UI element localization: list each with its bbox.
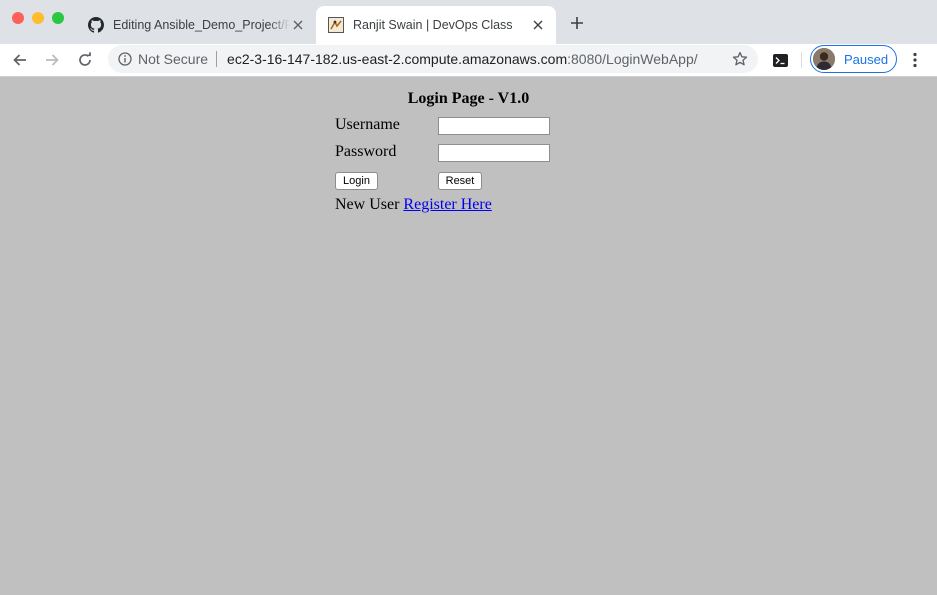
new-user-text: New User [335,196,400,213]
avatar [813,48,835,70]
bookmark-star-icon[interactable] [732,51,748,67]
page-title: Login Page - V1.0 [407,90,530,107]
login-button[interactable]: Login [335,172,378,190]
reset-button[interactable]: Reset [438,172,482,190]
new-tab-icon[interactable] [566,12,588,34]
maximize-window-button[interactable] [52,12,64,24]
url-path: :8080/LoginWebApp/ [567,51,698,67]
profile-button[interactable]: Paused [810,45,897,73]
site-favicon-icon [328,17,344,33]
browser-tab-strip: Editing Ansible_Demo_Project/README.md R… [0,0,937,44]
info-icon[interactable] [118,52,132,66]
terminal-extension-icon[interactable] [769,49,791,71]
profile-status: Paused [844,51,889,67]
security-label: Not Secure [138,51,209,67]
tab-devops-class[interactable]: Ranjit Swain | DevOps Class [316,6,556,44]
username-field[interactable] [438,117,550,135]
register-link[interactable]: Register Here [403,196,491,213]
minimize-window-button[interactable] [32,12,44,24]
tab-title: Editing Ansible_Demo_Project/README.md [113,18,290,32]
browser-toolbar: Not Secure ec2-3-16-147-182.us-east-2.co… [0,44,937,77]
back-arrow-icon[interactable] [9,49,31,71]
register-row: New User Register Here [335,196,492,214]
menu-kebab-icon[interactable] [904,49,926,71]
username-label: Username [335,116,400,133]
tab-editing-readme[interactable]: Editing Ansible_Demo_Project/README.md [78,6,316,44]
address-bar[interactable]: Not Secure ec2-3-16-147-182.us-east-2.co… [108,45,758,73]
reload-icon[interactable] [74,49,96,71]
toolbar-divider [801,52,802,68]
password-field[interactable] [438,144,550,162]
close-tab-icon[interactable] [530,17,546,33]
close-tab-icon[interactable] [290,17,306,33]
url-host: ec2-3-16-147-182.us-east-2.compute.amazo… [227,51,568,67]
password-label: Password [335,143,397,160]
url-text[interactable]: ec2-3-16-147-182.us-east-2.compute.amazo… [227,51,698,67]
tab-title: Ranjit Swain | DevOps Class [353,18,513,32]
close-window-button[interactable] [12,12,24,24]
forward-arrow-icon[interactable] [41,49,63,71]
github-icon [88,17,104,33]
page-content: Login Page - V1.0 Username Password Logi… [0,77,937,595]
omnibox-divider [216,51,218,67]
